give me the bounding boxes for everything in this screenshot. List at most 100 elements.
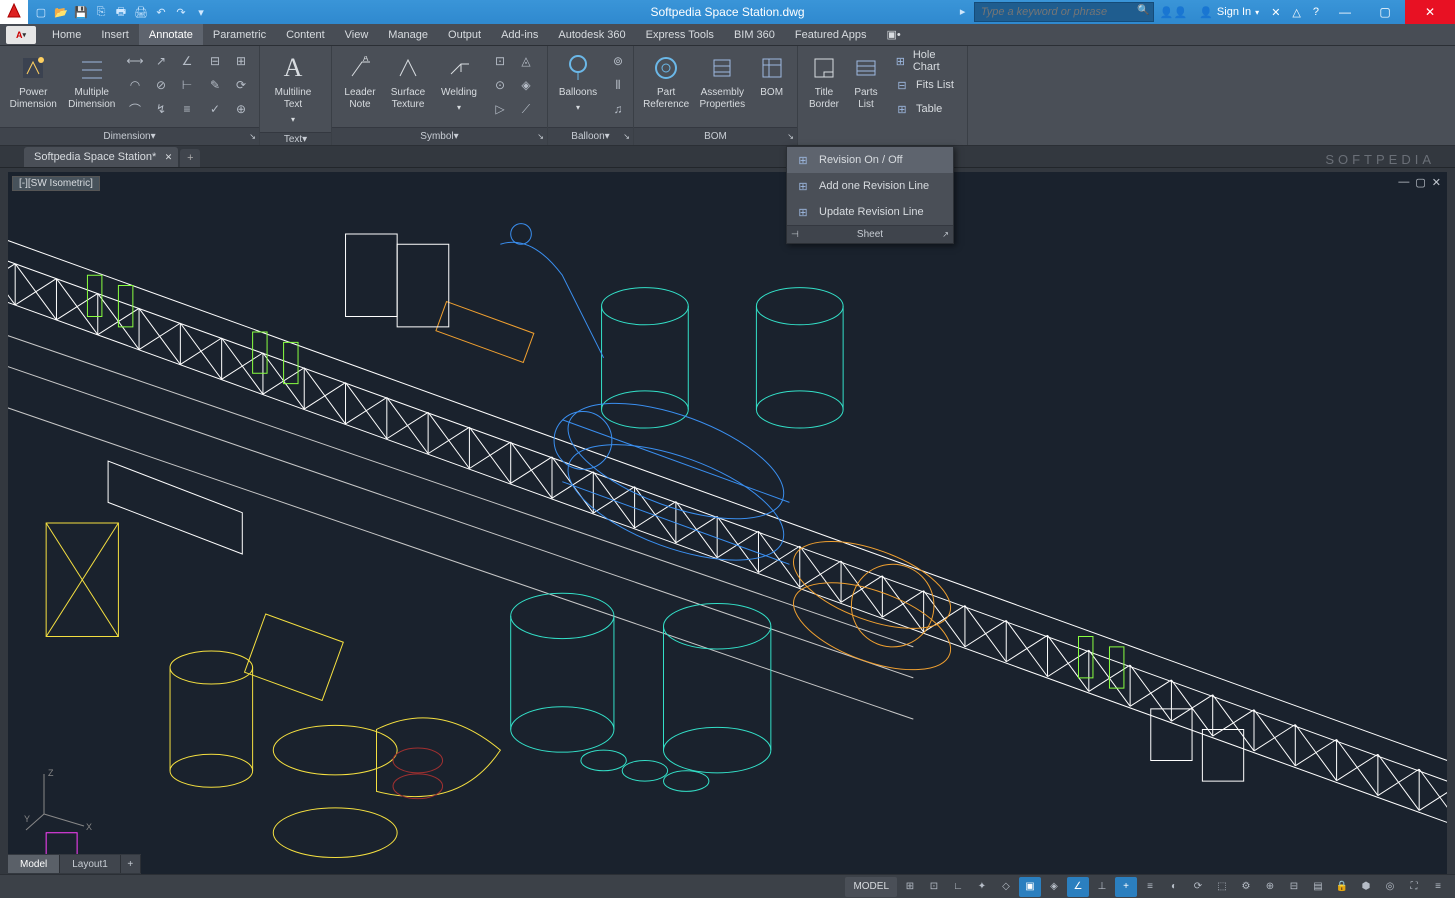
viewport-label[interactable]: [-][SW Isometric]	[12, 176, 100, 191]
power-dimension-button[interactable]: Power Dimension	[6, 50, 61, 113]
datum-id-icon[interactable]: ◬	[514, 50, 538, 72]
cycling-icon[interactable]: ⟳	[1187, 877, 1209, 897]
assembly-properties-button[interactable]: Assembly Properties	[696, 50, 748, 113]
status-model-button[interactable]: MODEL	[845, 877, 897, 897]
radius-dim-icon[interactable]: ◠	[123, 74, 147, 96]
leader-note-button[interactable]: A Leader Note	[338, 50, 382, 113]
menu-plugin-icon[interactable]: ▣•	[876, 24, 910, 45]
menu-parametric[interactable]: Parametric	[203, 24, 276, 45]
undo-icon[interactable]: ↶	[152, 3, 170, 21]
panel-symbol-label[interactable]: Symbol ▾↘	[332, 127, 547, 145]
multiple-dimension-button[interactable]: Multiple Dimension	[65, 50, 120, 113]
break-dim-icon[interactable]: ⊟	[203, 50, 227, 72]
parts-list-button[interactable]: Parts List	[848, 50, 884, 113]
welding-button[interactable]: Welding▾	[434, 50, 484, 116]
otrack-icon[interactable]: ∠	[1067, 877, 1089, 897]
help-icon[interactable]: ?	[1307, 0, 1325, 24]
qat-dropdown-icon[interactable]: ▾	[192, 3, 210, 21]
linear-dim-icon[interactable]: ⟷	[123, 50, 147, 72]
polar-icon[interactable]: ✦	[971, 877, 993, 897]
update-dim-icon[interactable]: ⟳	[229, 74, 253, 96]
arc-dim-icon[interactable]: ⌒	[123, 98, 147, 120]
menu-insert[interactable]: Insert	[91, 24, 139, 45]
balloon-renumber-icon[interactable]: ♫	[606, 98, 630, 120]
save-icon[interactable]: 💾	[72, 3, 90, 21]
maximize-button[interactable]: ▢	[1365, 0, 1405, 24]
minimize-button[interactable]: —	[1325, 0, 1365, 24]
new-icon[interactable]: ▢	[32, 3, 50, 21]
search-go-icon[interactable]: ▸	[960, 5, 966, 18]
add-revision-item[interactable]: ⊞Add one Revision Line	[787, 173, 953, 199]
menu-output[interactable]: Output	[438, 24, 491, 45]
isolate-icon[interactable]: ◎	[1379, 877, 1401, 897]
osnap-icon[interactable]: ▣	[1019, 877, 1041, 897]
cleanscreen-icon[interactable]: ⛶	[1403, 877, 1425, 897]
panel-expand-icon[interactable]: ↘	[249, 132, 256, 141]
balloon-ref-icon[interactable]: ⊚	[606, 50, 630, 72]
menu-content[interactable]: Content	[276, 24, 335, 45]
customize-icon[interactable]: ≡	[1427, 877, 1449, 897]
panel-dimension-label[interactable]: Dimension ▾↘	[0, 127, 259, 145]
panel-expand-icon[interactable]: ↘	[537, 132, 544, 141]
menu-annotate[interactable]: Annotate	[139, 24, 203, 45]
panel-bom-label[interactable]: BOM↘	[634, 127, 797, 145]
datum-target-icon[interactable]: ⊙	[488, 74, 512, 96]
balloon-collect-icon[interactable]: ⫴	[606, 74, 630, 96]
menu-expresstools[interactable]: Express Tools	[636, 24, 724, 45]
surface-texture-button[interactable]: Surface Texture	[386, 50, 430, 113]
fcf-icon[interactable]: ⊡	[488, 50, 512, 72]
multiline-text-button[interactable]: A Multiline Text▾	[266, 50, 320, 128]
units-icon[interactable]: ⊟	[1283, 877, 1305, 897]
hole-chart-button[interactable]: ⊞Hole Chart	[888, 50, 961, 72]
application-menu-button[interactable]: A▾	[6, 26, 36, 44]
panel-expand-icon[interactable]: ↘	[623, 132, 630, 141]
dyn-icon[interactable]: +	[1115, 877, 1137, 897]
check-dim-icon[interactable]: ✓	[203, 98, 227, 120]
quickprops-icon[interactable]: ▤	[1307, 877, 1329, 897]
close-button[interactable]: ✕	[1405, 0, 1455, 24]
menu-featuredapps[interactable]: Featured Apps	[785, 24, 877, 45]
signin-button[interactable]: 👤Sign In▾	[1193, 0, 1265, 24]
part-reference-button[interactable]: Part Reference	[640, 50, 692, 113]
vp-close-icon[interactable]: ✕	[1432, 176, 1441, 189]
subscription-icon[interactable]: 👤👤	[1154, 0, 1193, 24]
diameter-dim-icon[interactable]: ⊘	[149, 74, 173, 96]
panel-expand-icon[interactable]: ↘	[787, 132, 794, 141]
revision-toggle-item[interactable]: ⊞Revision On / Off	[787, 147, 953, 173]
app-logo[interactable]	[0, 0, 28, 24]
vp-minimize-icon[interactable]: —	[1398, 176, 1409, 189]
pin-icon[interactable]: ⊣	[791, 229, 799, 240]
menu-view[interactable]: View	[335, 24, 379, 45]
lock-ui-icon[interactable]: 🔒	[1331, 877, 1353, 897]
grid-icon[interactable]: ⊞	[899, 877, 921, 897]
stay-connected-icon[interactable]: △	[1286, 0, 1306, 24]
isodraft-icon[interactable]: ◇	[995, 877, 1017, 897]
taper-icon[interactable]: ▷	[488, 98, 512, 120]
add-tab-button[interactable]: +	[180, 149, 200, 167]
snap-icon[interactable]: ⊡	[923, 877, 945, 897]
continue-dim-icon[interactable]: ⊞	[229, 50, 253, 72]
panel-text-label[interactable]: Text ▾	[260, 132, 331, 145]
anno-monitor-icon[interactable]: ⊕	[1259, 877, 1281, 897]
center-mark-icon[interactable]: ⊕	[229, 98, 253, 120]
viewport[interactable]: [-][SW Isometric] — ▢ ✕	[8, 172, 1447, 874]
exchange-icon[interactable]: ✕	[1265, 0, 1286, 24]
edge-icon[interactable]: ⟋	[514, 98, 538, 120]
aligned-dim-icon[interactable]: ↗	[149, 50, 173, 72]
transparency-icon[interactable]: ◐	[1163, 877, 1185, 897]
lwt-icon[interactable]: ≡	[1139, 877, 1161, 897]
collapse-icon[interactable]: ↗	[942, 230, 949, 239]
fits-list-button[interactable]: ⊟Fits List	[888, 74, 961, 96]
edit-dim-icon[interactable]: ✎	[203, 74, 227, 96]
layout-tab-model[interactable]: Model	[8, 855, 60, 873]
print-icon[interactable]: 🖨	[132, 3, 150, 21]
baseline-dim-icon[interactable]: ≡	[175, 98, 199, 120]
update-revision-item[interactable]: ⊞Update Revision Line	[787, 199, 953, 225]
menu-autodesk360[interactable]: Autodesk 360	[548, 24, 635, 45]
redo-icon[interactable]: ↷	[172, 3, 190, 21]
feature-id-icon[interactable]: ◈	[514, 74, 538, 96]
menu-bim360[interactable]: BIM 360	[724, 24, 785, 45]
angular-dim-icon[interactable]: ∠	[175, 50, 199, 72]
ordinate-dim-icon[interactable]: ⊢	[175, 74, 199, 96]
plot-icon[interactable]: 🖶	[112, 3, 130, 21]
